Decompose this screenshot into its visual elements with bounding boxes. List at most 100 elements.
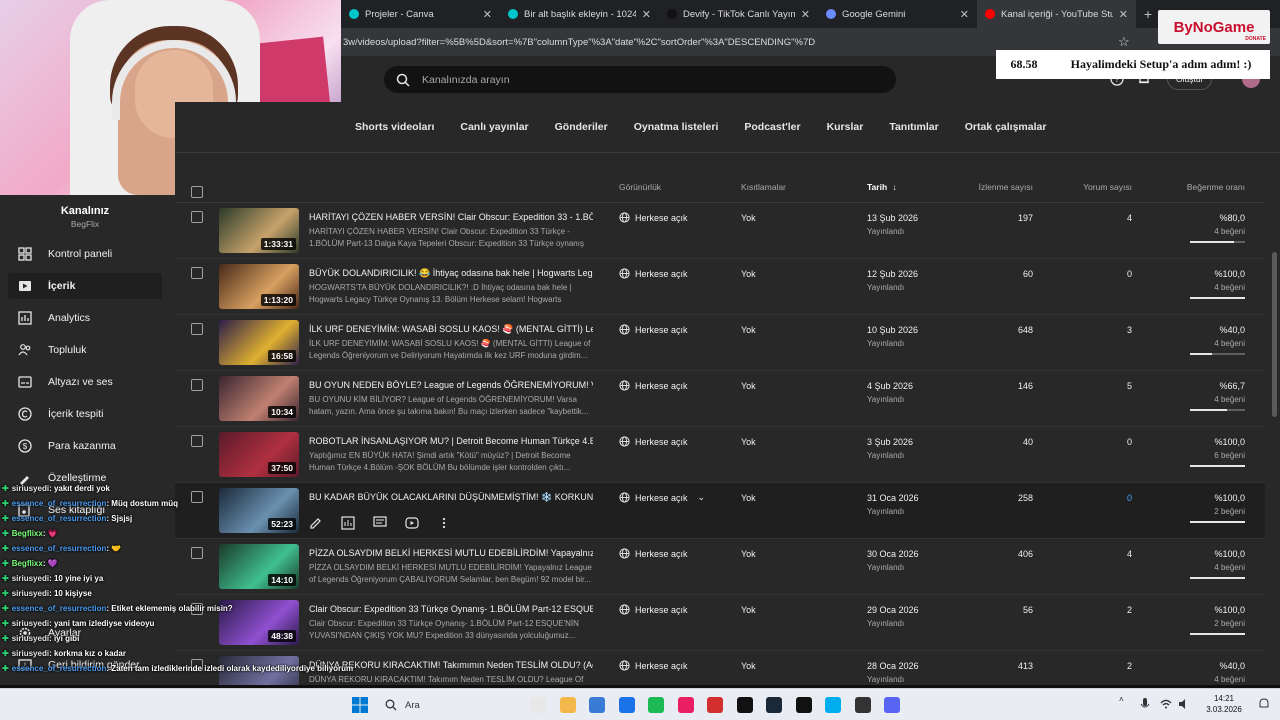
taskbar-clock[interactable]: 14:21 3.03.2026 (1200, 693, 1248, 715)
analytics-icon[interactable] (341, 513, 373, 533)
visibility-select[interactable]: Herkese açık (619, 436, 688, 447)
tab-close-icon[interactable]: ✕ (483, 8, 492, 21)
taskbar-app-icon[interactable] (795, 697, 812, 713)
visibility-select[interactable]: Herkese açık (619, 324, 688, 335)
row-checkbox[interactable] (191, 323, 203, 335)
content-subtab[interactable]: Ortak çalışmalar (965, 121, 1047, 133)
tab-close-icon[interactable]: ✕ (960, 8, 969, 21)
row-checkbox[interactable] (191, 211, 203, 223)
col-likes[interactable]: Beğenme oranı (1175, 182, 1245, 192)
video-thumbnail[interactable]: 16:58 (219, 320, 299, 365)
more-options-icon[interactable] (437, 513, 469, 533)
address-text[interactable]: 3w/videos/upload?filter=%5B%5D&sort=%7B"… (343, 37, 815, 48)
content-subtab[interactable]: Tanıtımlar (889, 121, 938, 133)
row-checkbox[interactable] (191, 435, 203, 447)
search-input[interactable]: Kanalınızda arayın (384, 66, 896, 93)
bookmark-star-icon[interactable]: ☆ (1118, 34, 1130, 50)
taskbar-search[interactable]: Ara (377, 694, 517, 716)
col-visibility[interactable]: Görünürlük (619, 182, 661, 192)
taskbar-app-icon[interactable] (707, 697, 723, 713)
video-thumbnail[interactable]: 1:13:20 (219, 264, 299, 309)
new-tab-button[interactable]: + (1136, 6, 1160, 22)
video-title[interactable]: PİZZA OLSAYDIM BELKİ HERKESİ MUTLU EDEBİ… (309, 548, 593, 558)
chat-text: : Müq dostum müq (106, 499, 178, 508)
video-title[interactable]: İLK URF DENEYİMİM: WASABİ SOSLU KAOS! 🍣 … (309, 324, 593, 335)
youtube-play-icon[interactable] (405, 513, 437, 533)
video-title[interactable]: BU OYUN NEDEN BÖYLE? League of Legends Ö… (309, 380, 593, 390)
visibility-select[interactable]: Herkese açık (619, 268, 688, 279)
sidebar-item-subtitles[interactable]: Altyazı ve ses (8, 369, 162, 395)
tab-close-icon[interactable]: ✕ (1119, 8, 1128, 21)
visibility-select[interactable]: Herkese açık (619, 212, 688, 223)
col-restrictions[interactable]: Kısıtlamalar (741, 182, 786, 192)
col-views[interactable]: İzlenme sayısı (961, 182, 1033, 192)
table-row[interactable]: 14:10 PİZZA OLSAYDIM BELKİ HERKESİ MUTLU … (175, 539, 1265, 595)
tab-close-icon[interactable]: ✕ (801, 8, 810, 21)
col-date[interactable]: Tarih ↓ (867, 182, 897, 192)
content-subtab[interactable]: Podcast'ler (744, 121, 800, 133)
sidebar-item-copyright[interactable]: İçerik tespiti (8, 401, 162, 427)
microphone-icon[interactable] (1140, 698, 1150, 712)
browser-tab[interactable]: Google Gemini ✕ (818, 0, 977, 28)
row-checkbox[interactable] (191, 267, 203, 279)
video-thumbnail[interactable]: 10:34 (219, 376, 299, 421)
browser-tab[interactable]: Bir alt başlık ekleyin - 1024 × 5 ✕ (500, 0, 659, 28)
video-title[interactable]: BÜYÜK DOLANDIRICILIK! 😂 İhtiyaç odasına … (309, 268, 593, 279)
windows-start-icon[interactable] (352, 697, 368, 713)
table-row[interactable]: 16:58 İLK URF DENEYİMİM: WASABİ SOSLU KAO… (175, 315, 1265, 371)
video-thumbnail[interactable]: 1:33:31 (219, 208, 299, 253)
content-subtab[interactable]: Oynatma listeleri (634, 121, 719, 133)
taskbar-app-icon[interactable] (766, 697, 782, 713)
video-title[interactable]: ROBOTLAR İNSANLAŞIYOR MU? | Detroit Beco… (309, 436, 593, 446)
video-title[interactable]: Clair Obscur: Expedition 33 Türkçe Oynan… (309, 604, 593, 614)
taskbar-app-icon[interactable] (736, 697, 753, 713)
content-subtab[interactable]: Canlı yayınlar (460, 121, 528, 133)
sidebar-item-content[interactable]: İçerik (8, 273, 162, 299)
content-subtab[interactable]: Kurslar (827, 121, 864, 133)
comments-icon[interactable] (373, 513, 405, 533)
video-title[interactable]: BU KADAR BÜYÜK OLACAKLARINI DÜŞÜNMEMİŞTİ… (309, 492, 593, 503)
col-comments[interactable]: Yorum sayısı (1065, 182, 1132, 192)
visibility-select[interactable]: Herkese açık ⌄ (619, 492, 705, 503)
table-row[interactable]: 48:38 Clair Obscur: Expedition 33 Türkçe … (175, 595, 1265, 651)
taskbar-app-icon[interactable] (677, 697, 694, 713)
notification-center-icon[interactable] (1258, 698, 1270, 710)
visibility-select[interactable]: Herkese açık (619, 604, 688, 615)
sidebar-item-analytics[interactable]: Analytics (8, 305, 162, 331)
chevron-down-icon[interactable]: ⌄ (698, 492, 706, 503)
table-row[interactable]: 37:50 ROBOTLAR İNSANLAŞIYOR MU? | Detroit… (175, 427, 1265, 483)
visibility-select[interactable]: Herkese açık (619, 660, 688, 671)
browser-tab[interactable]: Projeler - Canva ✕ (341, 0, 500, 28)
table-row[interactable]: 1:33:31 HARİTAYI ÇÖZEN HABER VERSİN! Clai… (175, 203, 1265, 259)
table-row[interactable]: 10:34 BU OYUN NEDEN BÖYLE? League of Lege… (175, 371, 1265, 427)
visibility-select[interactable]: Herkese açık (619, 380, 688, 391)
taskbar-app-icon[interactable] (530, 697, 546, 713)
visibility-select[interactable]: Herkese açık (619, 548, 688, 559)
table-row[interactable]: 52:23 BU KADAR BÜYÜK OLACAKLARINI DÜŞÜNME… (175, 483, 1265, 539)
volume-icon[interactable] (1178, 699, 1190, 709)
browser-tab[interactable]: Kanal içeriği - YouTube Studio ✕ (977, 0, 1136, 28)
content-subtab[interactable]: Shorts videoları (355, 121, 434, 133)
taskbar-app-icon[interactable] (825, 697, 841, 713)
tab-close-icon[interactable]: ✕ (642, 8, 651, 21)
taskbar-app-icon[interactable] (618, 697, 635, 713)
taskbar-app-icon[interactable] (559, 697, 576, 713)
taskbar-app-icon[interactable] (648, 697, 664, 713)
table-row[interactable]: 1:13:20 BÜYÜK DOLANDIRICILIK! 😂 İhtiyaç o… (175, 259, 1265, 315)
row-checkbox[interactable] (191, 379, 203, 391)
content-subtab[interactable]: Gönderiler (555, 121, 608, 133)
chat-username: siriusyedi (11, 619, 50, 628)
video-title[interactable]: HARİTAYI ÇÖZEN HABER VERSİN! Clair Obscu… (309, 212, 593, 222)
scrollbar[interactable] (1272, 252, 1277, 417)
taskbar-app-icon[interactable] (884, 697, 900, 713)
sidebar-item-money[interactable]: $ Para kazanma (8, 433, 162, 459)
sidebar-item-dashboard[interactable]: Kontrol paneli (8, 241, 162, 267)
wifi-icon[interactable] (1160, 699, 1172, 709)
browser-tab[interactable]: Devify - TikTok Canlı Yayın Hü ✕ (659, 0, 818, 28)
sidebar-item-community[interactable]: Topluluk (8, 337, 162, 363)
select-all-checkbox[interactable] (191, 186, 203, 198)
taskbar-app-icon[interactable] (854, 697, 871, 713)
tray-chevron-icon[interactable]: ˄ (1119, 695, 1124, 704)
comment-count[interactable]: 0 (1065, 493, 1132, 503)
taskbar-app-icon[interactable] (589, 697, 605, 713)
